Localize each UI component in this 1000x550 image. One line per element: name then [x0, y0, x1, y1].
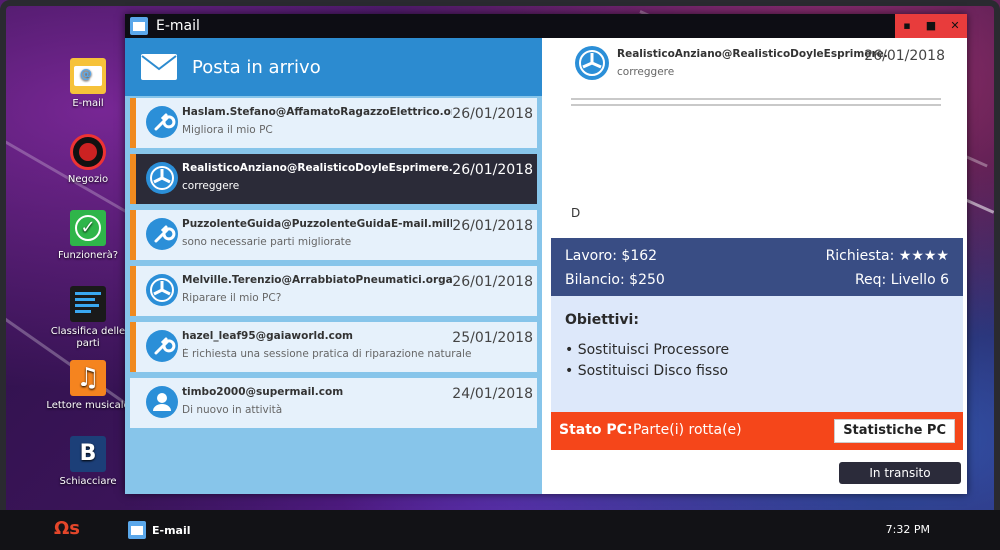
fan-icon: [146, 162, 178, 194]
taskbar: Ωs E-mail 7:32 PM: [0, 510, 1000, 550]
mail-date: 25/01/2018: [452, 330, 533, 346]
objectives-panel: Obiettivi: • Sostituisci Processore • So…: [551, 296, 963, 412]
in-transit-button[interactable]: In transito: [839, 462, 961, 484]
desktop-icon-label: Negozio: [67, 174, 109, 185]
window-controls: ▪ ■ ✕: [895, 14, 967, 38]
taskbar-item-label: E-mail: [152, 523, 191, 537]
request-stars: Richiesta: ★★★★: [825, 248, 949, 264]
ranking-icon: [70, 286, 106, 322]
email-app-icon: [128, 521, 146, 539]
desktop-icon-label: Classifica delle parti: [50, 326, 126, 349]
objective-item: • Sostituisci Processore: [565, 342, 730, 358]
desktop-icon-email[interactable]: @ E-mail: [44, 58, 132, 110]
mail-sender: PuzzolenteGuida@PuzzolenteGuidaE-mail.mi…: [182, 218, 452, 230]
detail-subject: correggere: [617, 66, 675, 78]
wrench-icon: [146, 218, 178, 250]
minimize-button[interactable]: ▪: [898, 17, 916, 35]
mail-sender: Haslam.Stefano@AffamatoRagazzoElettrico.…: [182, 106, 452, 118]
inbox-header: Posta in arrivo: [125, 38, 542, 96]
mail-subject: Di nuovo in attività: [182, 404, 283, 416]
mail-item[interactable]: timbo2000@supermail.com Di nuovo in atti…: [130, 378, 537, 428]
fan-icon: [575, 46, 609, 80]
check-icon: ✓: [70, 210, 106, 246]
envelope-icon: [141, 54, 177, 80]
desktop-icon-label: Funzionerà?: [57, 250, 119, 261]
desktop-icon-label: Lettore musicale: [46, 400, 130, 411]
desktop-icon-shop[interactable]: Negozio: [44, 134, 132, 186]
desktop-icon-will-it-work[interactable]: ✓ Funzionerà?: [44, 210, 132, 262]
clock: 7:32 PM: [885, 523, 930, 536]
fan-icon: [146, 274, 178, 306]
pc-status-bar: Stato PC: Parte(i) rotta(e) Statistiche …: [551, 412, 963, 450]
wrench-icon: [146, 106, 178, 138]
mail-date: 26/01/2018: [452, 106, 533, 122]
detail-sender: RealisticoAnziano@RealisticoDoyleEsprime…: [617, 48, 888, 60]
email-window: E-mail ▪ ■ ✕ Posta in arrivo Haslam.Stef…: [125, 14, 967, 494]
email-app-icon: [130, 17, 148, 35]
desktop-icon-parts-ranking[interactable]: Classifica delle parti: [44, 286, 132, 350]
mail-item-selected[interactable]: RealisticoAnziano@RealisticoDoyleEsprime…: [130, 154, 537, 204]
mail-subject: sono necessarie parti migliorate: [182, 236, 352, 248]
mail-sender: Melville.Terenzio@ArrabbiatoPneumatici.o…: [182, 274, 452, 286]
objective-item: • Sostituisci Disco fisso: [565, 363, 729, 379]
mail-list[interactable]: Haslam.Stefano@AffamatoRagazzoElettrico.…: [125, 96, 542, 494]
mail-detail-header: RealisticoAnziano@RealisticoDoyleEsprime…: [547, 38, 967, 98]
taskbar-item-email[interactable]: E-mail: [128, 518, 191, 542]
pc-status-label: Stato PC:: [559, 422, 633, 438]
wrench-icon: [146, 330, 178, 362]
desktop-icon-crush[interactable]: B Schiacciare: [44, 436, 132, 488]
mail-subject: correggere: [182, 180, 240, 192]
music-icon: ♫: [70, 360, 106, 396]
window-titlebar[interactable]: E-mail ▪ ■ ✕: [125, 14, 967, 38]
job-info-panel: Lavoro: $162 Richiesta: ★★★★ Bilancio: $…: [551, 238, 963, 296]
email-icon: @: [70, 58, 106, 94]
fan-shop-icon: [70, 134, 106, 170]
mail-body: D: [571, 206, 581, 220]
person-icon: [146, 386, 178, 418]
work-pay: Lavoro: $162: [565, 248, 658, 264]
mail-date: 26/01/2018: [452, 218, 533, 234]
mail-sender: timbo2000@supermail.com: [182, 386, 344, 398]
pc-stats-button[interactable]: Statistiche PC: [834, 419, 955, 443]
mail-item[interactable]: Haslam.Stefano@AffamatoRagazzoElettrico.…: [130, 98, 537, 148]
mail-date: 26/01/2018: [452, 274, 533, 290]
mail-item[interactable]: PuzzolenteGuida@PuzzolenteGuidaE-mail.mi…: [130, 210, 537, 260]
mail-item[interactable]: Melville.Terenzio@ArrabbiatoPneumatici.o…: [130, 266, 537, 316]
close-button[interactable]: ✕: [946, 17, 964, 35]
mail-sender: RealisticoAnziano@RealisticoDoyleEsprime…: [182, 162, 452, 174]
divider: [571, 98, 941, 100]
mail-date: 26/01/2018: [452, 162, 533, 178]
mail-detail-pane: RealisticoAnziano@RealisticoDoyleEsprime…: [547, 38, 967, 494]
mail-item[interactable]: hazel_leaf95@gaiaworld.com È richiesta u…: [130, 322, 537, 372]
start-button[interactable]: Ωs: [54, 518, 84, 542]
crush-b-icon: B: [70, 436, 106, 472]
mail-date: 24/01/2018: [452, 386, 533, 402]
detail-date: 26/01/2018: [864, 48, 945, 64]
objectives-title: Obiettivi:: [565, 312, 639, 328]
required-level: Req: Livello 6: [854, 272, 949, 288]
mail-subject: È richiesta una sessione pratica di ripa…: [182, 348, 472, 360]
mail-subject: Riparare il mio PC?: [182, 292, 282, 304]
inbox-title: Posta in arrivo: [192, 56, 321, 78]
desktop-icon-label: Schiacciare: [59, 476, 117, 487]
window-title: E-mail: [156, 18, 200, 34]
divider: [571, 104, 941, 106]
maximize-button[interactable]: ■: [922, 17, 940, 35]
inbox-pane: Posta in arrivo Haslam.Stefano@AffamatoR…: [125, 38, 542, 494]
mail-subject: Migliora il mio PC: [182, 124, 273, 136]
pc-status-value: Parte(i) rotta(e): [633, 422, 742, 438]
budget: Bilancio: $250: [565, 272, 665, 288]
desktop-icon-label: E-mail: [72, 98, 104, 109]
desktop-icon-music-player[interactable]: ♫ Lettore musicale: [44, 360, 132, 412]
mail-sender: hazel_leaf95@gaiaworld.com: [182, 330, 353, 342]
